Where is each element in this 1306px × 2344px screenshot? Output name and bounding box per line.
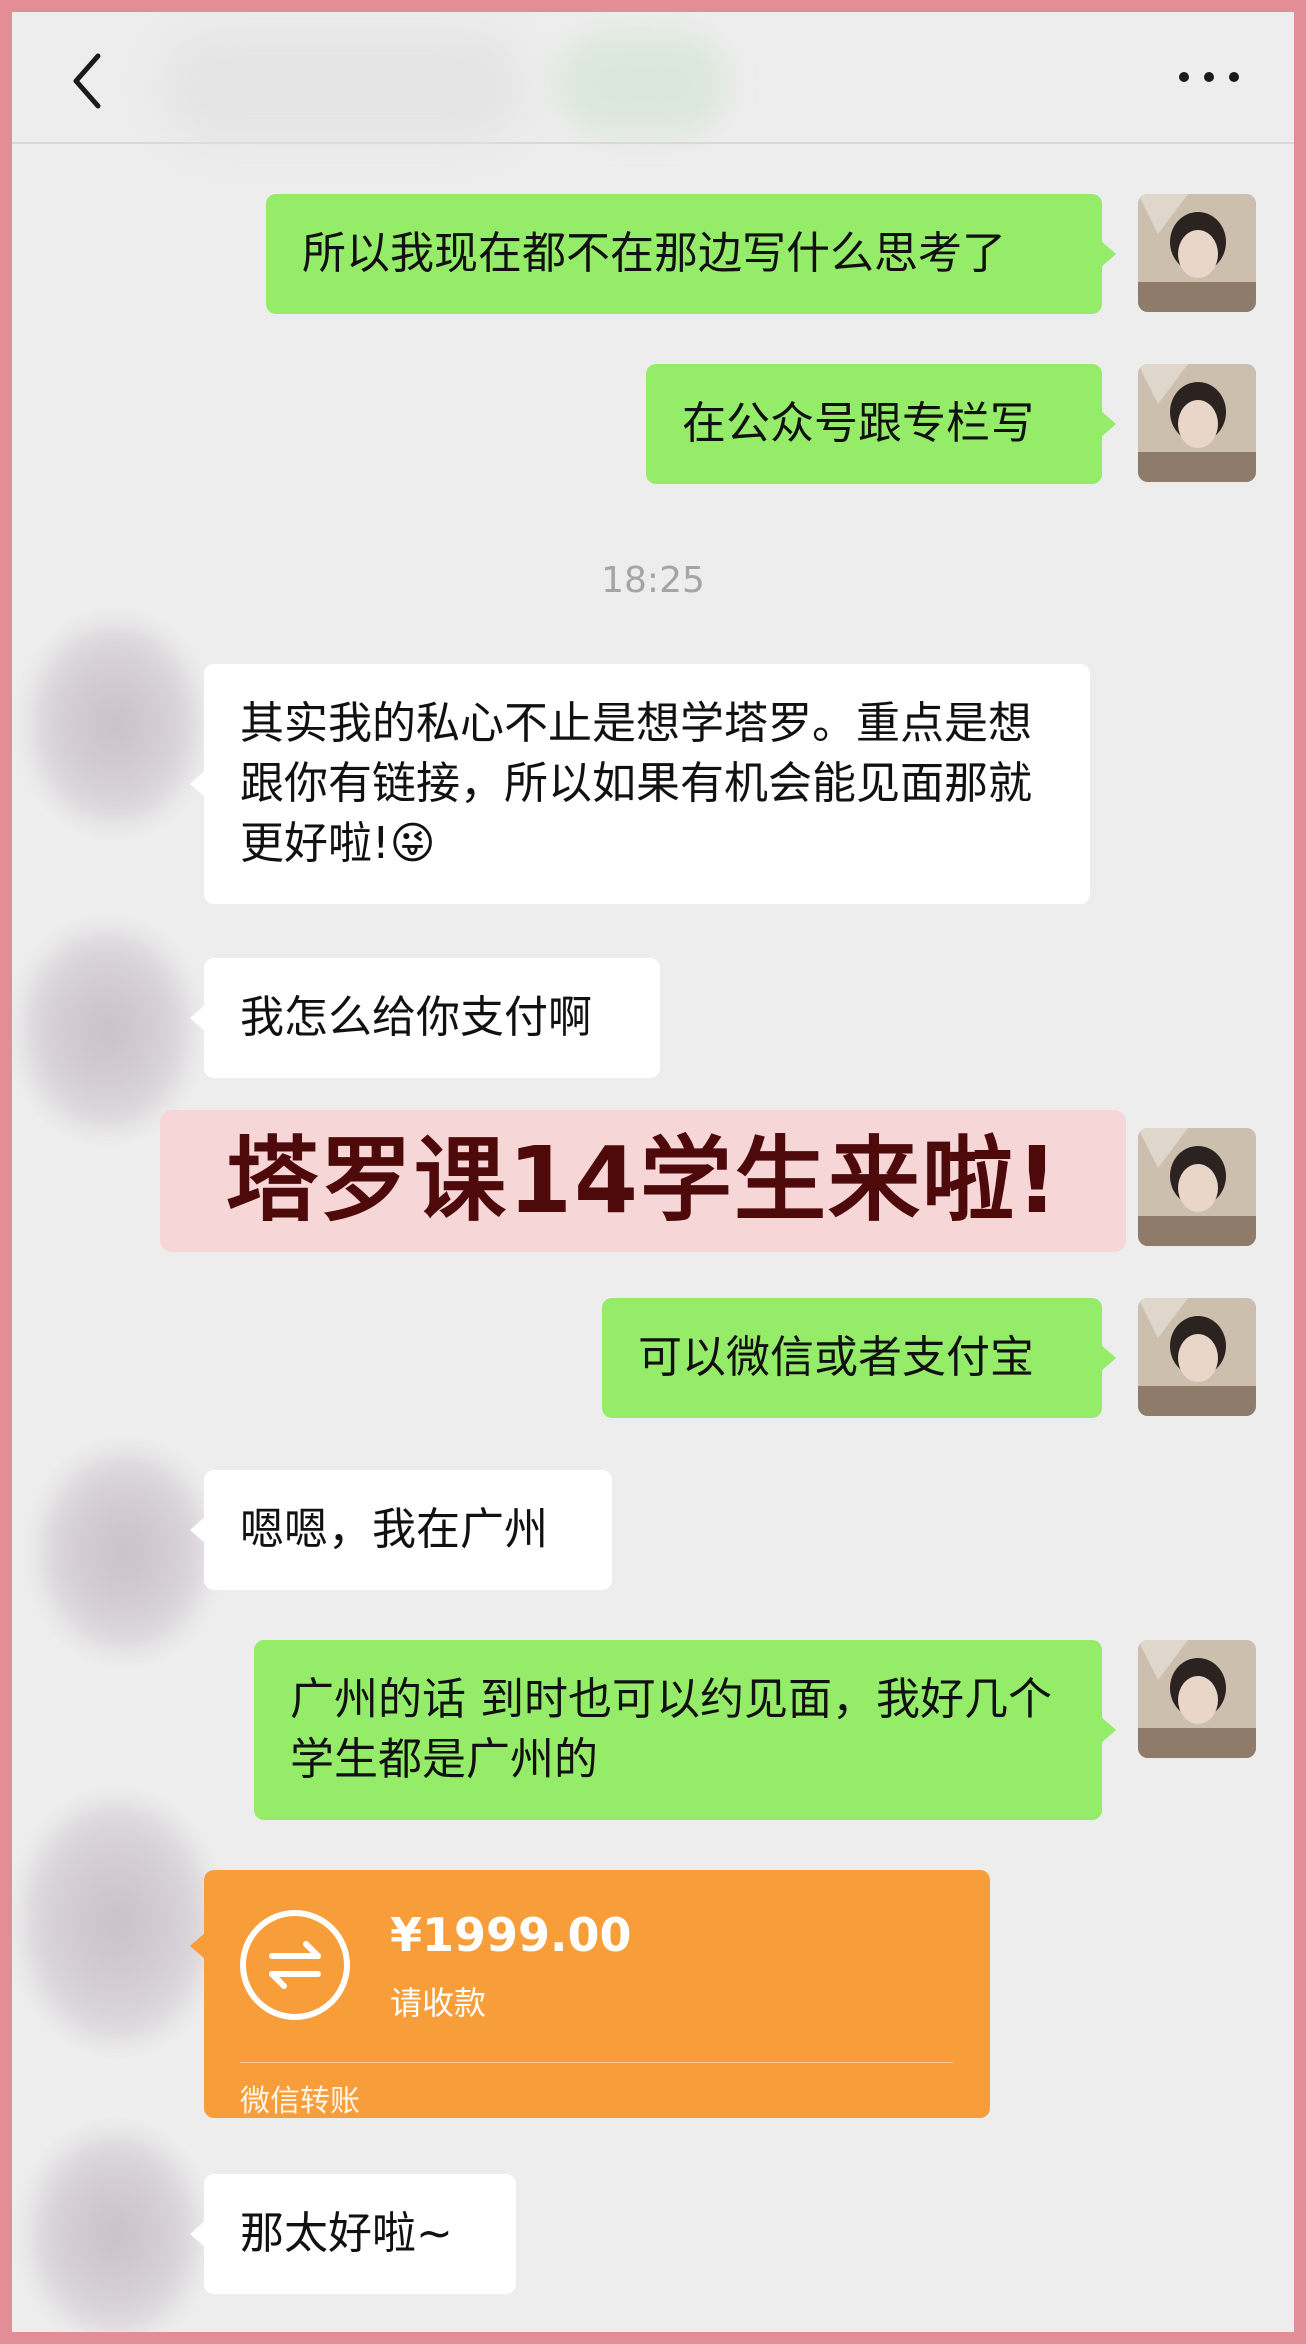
chat-timestamp: 18:25 [601, 560, 705, 601]
transfer-label: 微信转账 [240, 2084, 360, 2119]
avatar-image [1138, 1128, 1256, 1246]
avatar-self[interactable] [1138, 1640, 1256, 1758]
message-text: 嗯嗯，我在广州 [240, 1504, 548, 1555]
message-bubble-outgoing[interactable]: 广州的话 到时也可以约见面，我好几个学生都是广州的 [254, 1640, 1116, 1820]
message-bubble-incoming[interactable]: 嗯嗯，我在广州 [190, 1470, 612, 1590]
transfer-amount: ¥1999.00 [390, 1908, 632, 1962]
chevron-left-icon [73, 53, 101, 109]
promo-banner: 塔罗课14学生来啦! [160, 1110, 1126, 1252]
message-bubble-outgoing[interactable]: 在公众号跟专栏写 [646, 364, 1116, 484]
chat-header [12, 12, 1294, 144]
chat-window: 所以我现在都不在那边写什么思考了 在公众号跟专栏写 18:25 其实我的私心不止… [12, 12, 1294, 2332]
avatar-self[interactable] [1138, 364, 1256, 482]
message-bubble-incoming[interactable]: 我怎么给你支付啊 [190, 958, 660, 1078]
message-text: 那太好啦~ [240, 2208, 453, 2259]
transfer-status: 请收款 [390, 1984, 487, 2022]
avatar-self[interactable] [1138, 1298, 1256, 1416]
avatar-image [1138, 364, 1256, 482]
message-text: 可以微信或者支付宝 [638, 1332, 1034, 1383]
message-text: 所以我现在都不在那边写什么思考了 [302, 228, 1006, 279]
message-bubble-incoming[interactable]: 其实我的私心不止是想学塔罗。重点是想跟你有链接，所以如果有机会能见面那就更好啦!… [190, 664, 1090, 904]
avatar-other[interactable] [40, 1452, 210, 1652]
avatar-other[interactable] [30, 624, 200, 824]
message-text: 我怎么给你支付啊 [240, 992, 592, 1043]
avatar-self[interactable] [1138, 1128, 1256, 1246]
blurred-title [162, 32, 522, 142]
avatar-image [1138, 1640, 1256, 1758]
avatar-image [1138, 194, 1256, 312]
avatar-other[interactable] [22, 930, 192, 1130]
message-text: 广州的话 到时也可以约见面，我好几个学生都是广州的 [290, 1674, 1052, 1785]
message-text: 在公众号跟专栏写 [682, 398, 1034, 449]
message-text: 其实我的私心不止是想学塔罗。重点是想跟你有链接，所以如果有机会能见面那就更好啦!… [240, 698, 1032, 869]
more-dots-icon [1179, 72, 1239, 82]
message-bubble-outgoing[interactable]: 所以我现在都不在那边写什么思考了 [266, 194, 1116, 314]
transfer-divider [240, 2062, 954, 2063]
message-bubble-outgoing[interactable]: 可以微信或者支付宝 [602, 1298, 1116, 1418]
transfer-arrows-icon [240, 1910, 350, 2020]
avatar-other[interactable] [22, 1802, 212, 2042]
avatar-self[interactable] [1138, 194, 1256, 312]
back-button[interactable] [58, 46, 118, 116]
avatar-image [1138, 1298, 1256, 1416]
transfer-card[interactable]: ¥1999.00 请收款 微信转账 [190, 1870, 990, 2119]
blurred-title-badge [557, 34, 727, 134]
message-bubble-incoming[interactable]: 那太好啦~ [190, 2174, 516, 2294]
more-options-button[interactable] [1174, 62, 1244, 92]
avatar-other[interactable] [30, 2134, 200, 2332]
